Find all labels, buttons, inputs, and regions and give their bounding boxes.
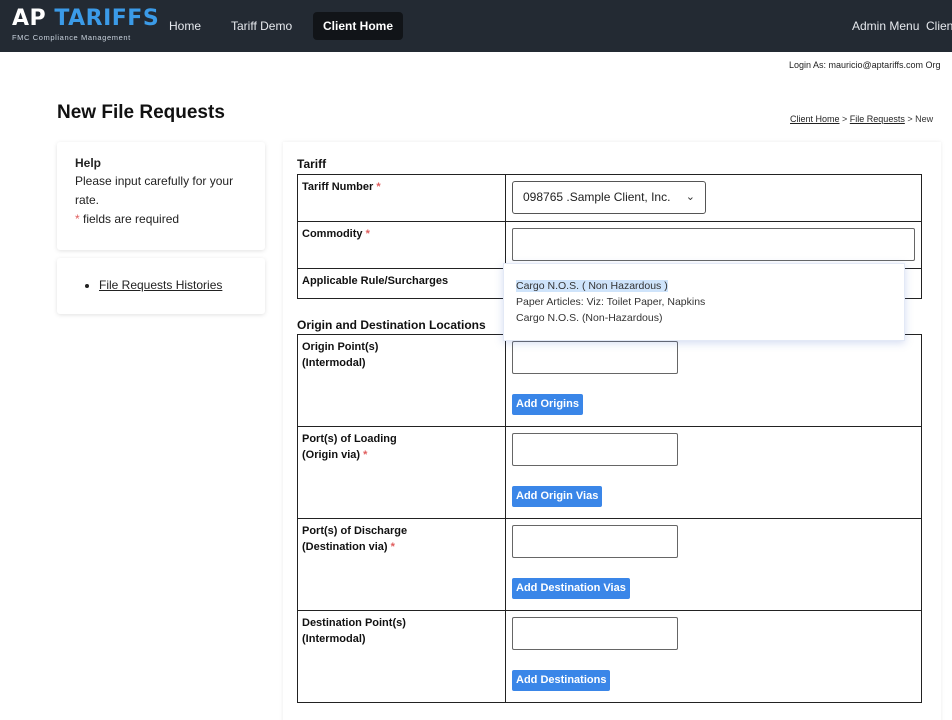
add-destinations-button[interactable]: Add Destinations [512,670,611,691]
ap-tariffs-logo[interactable]: AP TARIFFS FMC Compliance Management [12,6,159,42]
origin-points-cell: Add Origins [505,334,922,427]
add-destination-vias-button[interactable]: Add Destination Vias [512,578,630,599]
list-item: File Requests Histories [99,278,265,292]
label-line: Port(s) of Discharge [302,525,408,537]
origin-points-input[interactable] [512,341,678,374]
nav-client-home[interactable]: Client Home [313,12,404,40]
label-line: (Origin via) [302,449,361,461]
breadcrumb-client-home[interactable]: Client Home [790,114,840,124]
add-origins-button[interactable]: Add Origins [512,394,583,415]
commodity-input[interactable] [512,228,915,261]
ports-of-discharge-input[interactable] [512,525,678,558]
add-origin-vias-button[interactable]: Add Origin Vias [512,486,603,507]
tariff-section-title: Tariff [297,157,327,171]
login-as-text: Login As: mauricio@aptariffs.com Org [789,60,941,70]
required-asterisk: * [376,181,381,193]
selected-value: 098765 .Sample Client, Inc. [523,190,671,204]
file-requests-histories-link[interactable]: File Requests Histories [99,278,222,292]
ports-of-loading-input[interactable] [512,433,678,466]
commodity-cell [505,221,922,269]
top-navbar: AP TARIFFS FMC Compliance Management Hom… [0,0,952,52]
required-asterisk: * [365,228,370,240]
required-asterisk: * [390,541,395,553]
label-line: Origin Point(s) [302,341,379,353]
label-line: (Intermodal) [302,357,366,369]
nav-tariff-demo[interactable]: Tariff Demo [221,12,302,40]
destination-points-input[interactable] [512,617,678,650]
suggestion-item[interactable]: Paper Articles: Viz: Toilet Paper, Napki… [516,294,904,310]
label-text: Tariff Number [302,181,374,193]
help-instructions: Please input carefully for your rate. [75,174,234,207]
page-title: New File Requests [57,102,225,123]
help-required-note: * fields are required [75,210,247,229]
suggestion-item[interactable]: Cargo N.O.S. (Non-Hazardous) [516,310,904,326]
nav-client[interactable]: Client [916,12,952,40]
commodity-label: Commodity * [297,221,506,269]
label-line: (Intermodal) [302,633,366,645]
locations-table: Origin Point(s) (Intermodal) Add Origins … [297,334,922,703]
ports-of-discharge-label: Port(s) of Discharge (Destination via) * [297,518,506,611]
locations-section-title: Origin and Destination Locations [297,318,486,332]
logo-wordmark: AP TARIFFS [12,6,159,32]
destination-points-cell: Add Destinations [505,610,922,703]
links-list: File Requests Histories [81,278,265,292]
breadcrumb-current: New [915,114,934,124]
chevron-down-icon: ⌄ [685,191,695,203]
ports-of-discharge-cell: Add Destination Vias [505,518,922,611]
label-text: Commodity [302,228,363,240]
destination-points-label: Destination Point(s) (Intermodal) [297,610,506,703]
label-line: Destination Point(s) [302,617,406,629]
commodity-suggestions-dropdown: Cargo N.O.S. ( Non Hazardous ) Paper Art… [503,263,905,341]
logo-part-tariffs: TARIFFS [54,6,160,31]
help-title: Help [75,156,102,170]
ports-of-loading-cell: Add Origin Vias [505,426,922,519]
links-card: File Requests Histories [57,258,265,314]
breadcrumb-separator: > [904,114,916,124]
breadcrumb: Client Home > File Requests > New [790,114,933,124]
suggestion-item[interactable]: Cargo N.O.S. ( Non Hazardous ) [516,278,904,294]
label-line: (Destination via) [302,541,388,553]
label-line: Port(s) of Loading [302,433,397,445]
breadcrumb-separator: > [839,114,850,124]
required-asterisk: * [363,449,368,461]
tariff-number-select[interactable]: 098765 .Sample Client, Inc. ⌄ [512,181,706,214]
tariff-number-label: Tariff Number * [297,174,506,222]
tariff-number-cell: 098765 .Sample Client, Inc. ⌄ [505,174,922,222]
logo-tagline: FMC Compliance Management [12,33,131,42]
required-note-text: fields are required [79,212,180,226]
help-card: Help Please input carefully for your rat… [57,142,265,250]
suggestion-text: Cargo N.O.S. ( Non Hazardous ) [516,280,668,292]
applicable-rule-label: Applicable Rule/Surcharges [297,268,506,299]
logo-part-ap: AP [12,6,55,31]
origin-points-label: Origin Point(s) (Intermodal) [297,334,506,427]
nav-home[interactable]: Home [159,12,211,40]
breadcrumb-file-requests[interactable]: File Requests [850,114,905,124]
ports-of-loading-label: Port(s) of Loading (Origin via) * [297,426,506,519]
